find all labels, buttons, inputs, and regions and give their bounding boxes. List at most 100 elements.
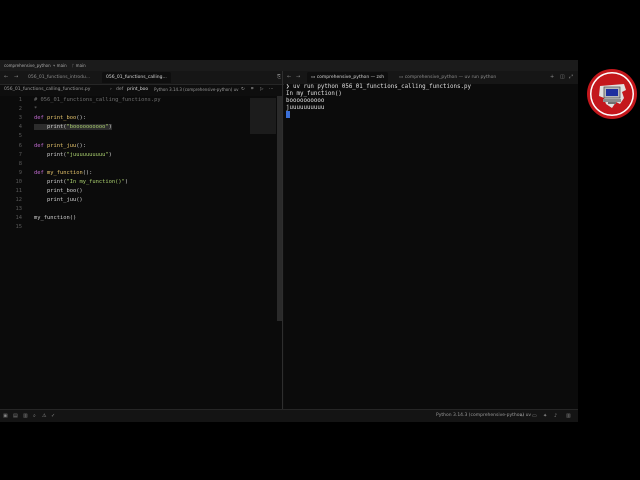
sidebar-toggle-icon[interactable]: ▣ xyxy=(3,410,8,422)
code-token: "juuuuuuuuuu" xyxy=(66,151,109,158)
terminal-tab-uv-run[interactable]: ▭ comprehensive_python — uv run python xyxy=(395,72,500,83)
code-line[interactable]: * xyxy=(34,106,37,112)
code-token: def xyxy=(34,169,47,176)
diagnostics-icon[interactable]: ⚠ xyxy=(42,410,46,422)
code-line[interactable]: print_juu() xyxy=(34,197,83,203)
refresh-icon[interactable]: ↻ xyxy=(241,85,245,95)
terminal-output-line: In my_function() xyxy=(286,91,342,97)
code-token: print_juu xyxy=(46,142,77,149)
code-token: print_boo() xyxy=(34,188,83,194)
forward-icon[interactable]: → xyxy=(14,71,18,84)
code-line[interactable]: # 056_01_functions_calling_functions.py xyxy=(34,97,161,103)
terminal-cursor xyxy=(286,111,290,118)
terminal-command-line: ❯ uv run python 056_01_functions_calling… xyxy=(286,84,471,90)
code-token: (): xyxy=(76,142,86,149)
code-line[interactable]: def print_juu(): xyxy=(34,143,86,149)
pane-divider[interactable] xyxy=(282,71,283,409)
line-number: 5 xyxy=(18,133,22,140)
worktree-label[interactable]: ᚴ main xyxy=(72,60,86,71)
code-token: # 056_01_functions_calling_functions.py xyxy=(34,97,161,103)
code-token: print( xyxy=(34,178,67,185)
bell-icon[interactable]: ♪ xyxy=(554,410,557,422)
panel-icon[interactable]: ▤ xyxy=(13,410,18,422)
title-bar: comprehensive_python ⑂ main ᚴ main xyxy=(0,60,578,71)
code-token: print( xyxy=(34,124,67,131)
code-token: (): xyxy=(76,115,86,122)
app-window: comprehensive_python ⑂ main ᚴ main ← → 0… xyxy=(0,60,578,422)
wrap-icon[interactable]: ↩ xyxy=(520,410,524,422)
format-icon[interactable]: ⌗ xyxy=(251,85,254,95)
status-bar: ▣ ▤ ▥ ⌕ ⚠ ✓ Python 3.14.3 (comprehensive… xyxy=(0,409,578,422)
plus-icon[interactable]: + xyxy=(550,71,554,84)
check-icon[interactable]: ✓ xyxy=(51,410,55,422)
breadcrumb-separator: › xyxy=(110,87,112,92)
terminal-output-line: juuuuuuuuuu xyxy=(286,105,325,111)
breadcrumb-file[interactable]: 056_01_functions_calling_functions.py xyxy=(4,85,90,95)
code-token: print( xyxy=(34,151,67,158)
maximize-icon[interactable]: ⤢ xyxy=(569,71,573,84)
status-interpreter[interactable]: Python 3.14.3 (comprehensive-python) uv xyxy=(436,410,531,422)
code-token: (): xyxy=(82,169,93,176)
terminal-pane[interactable]: ❯ uv run python 056_01_functions_calling… xyxy=(284,84,578,409)
line-number: 6 xyxy=(18,142,22,149)
back-terminal-icon[interactable]: ← xyxy=(287,71,291,84)
terminal-output-line: boooooooooo xyxy=(286,98,325,104)
logo-icon xyxy=(587,69,637,119)
split-icon[interactable]: ⎘ xyxy=(277,71,281,84)
split-pane-icon[interactable]: ◫ xyxy=(560,71,565,84)
code-line[interactable]: print("boooooooooo") xyxy=(34,124,112,131)
code-token: * xyxy=(34,106,38,113)
line-number: 2 xyxy=(18,106,22,113)
code-token: my_function xyxy=(46,169,83,176)
code-line[interactable]: def print_boo(): xyxy=(34,115,86,121)
line-number: 8 xyxy=(18,160,22,167)
outline-icon[interactable]: ▥ xyxy=(23,410,28,422)
tab-functions-introdu[interactable]: 056_01_functions_introdu... xyxy=(24,72,94,83)
breadcrumb: 056_01_functions_calling_functions.py › … xyxy=(0,85,282,95)
code-line[interactable]: print("juuuuuuuuuu") xyxy=(34,152,112,158)
line-number: 3 xyxy=(18,115,22,122)
tab-bar: ← → 056_01_functions_introdu... 056_01_f… xyxy=(0,71,578,85)
code-line[interactable]: print_boo() xyxy=(34,188,83,194)
breadcrumb-interpreter[interactable]: Python 3.14.3 (comprehensive-python) uv xyxy=(154,85,239,95)
back-icon[interactable]: ← xyxy=(4,71,8,84)
code-token: print_juu() xyxy=(34,197,83,204)
run-icon[interactable]: ▷ xyxy=(260,85,263,95)
forward-terminal-icon[interactable]: → xyxy=(296,71,300,84)
terminal-tab-zsh[interactable]: ▭ comprehensive_python — zsh xyxy=(307,72,389,83)
code-line[interactable]: def my_function(): xyxy=(34,170,92,176)
line-number: 9 xyxy=(18,169,22,176)
right-panel-icon[interactable]: ▥ xyxy=(566,410,571,422)
line-number: 12 xyxy=(15,197,23,204)
line-number: 13 xyxy=(15,206,23,213)
code-line[interactable]: my_function() xyxy=(34,215,76,221)
code-token: ) xyxy=(108,151,112,158)
code-token: ) xyxy=(124,178,129,185)
code-token: "In my_function()" xyxy=(66,178,125,185)
line-number: 15 xyxy=(15,224,23,231)
line-number: 4 xyxy=(18,124,22,131)
code-token: "boooooooooo" xyxy=(66,124,109,131)
breadcrumb-symbol[interactable]: print_boo xyxy=(127,85,148,95)
line-number: 14 xyxy=(15,215,23,222)
search-icon[interactable]: ⌕ xyxy=(33,410,36,422)
tab-functions-calling[interactable]: 056_01_functions_calling... xyxy=(102,72,171,83)
line-number: 7 xyxy=(18,151,22,158)
code-token: ) xyxy=(108,124,112,131)
minimap[interactable] xyxy=(250,98,276,134)
code-token: def xyxy=(34,142,47,149)
code-editor[interactable]: 1 # 056_01_functions_calling_functions.py… xyxy=(0,96,282,409)
code-token: def xyxy=(34,115,47,122)
more-icon[interactable]: ⋯ xyxy=(269,85,274,95)
breadcrumb-def: def xyxy=(116,87,124,92)
line-number: 11 xyxy=(15,188,23,194)
project-name[interactable]: comprehensive_python xyxy=(4,60,51,71)
branch-label[interactable]: ⑂ main xyxy=(53,60,67,71)
terminal-toggle-icon[interactable]: ▭ xyxy=(532,410,537,422)
code-token: print_boo xyxy=(46,115,77,122)
line-number: 1 xyxy=(18,97,22,103)
code-line[interactable]: print("In my_function()") xyxy=(34,179,128,185)
assistant-icon[interactable]: ✦ xyxy=(543,410,547,422)
code-token: my_function() xyxy=(34,215,77,222)
line-number: 10 xyxy=(15,178,23,185)
